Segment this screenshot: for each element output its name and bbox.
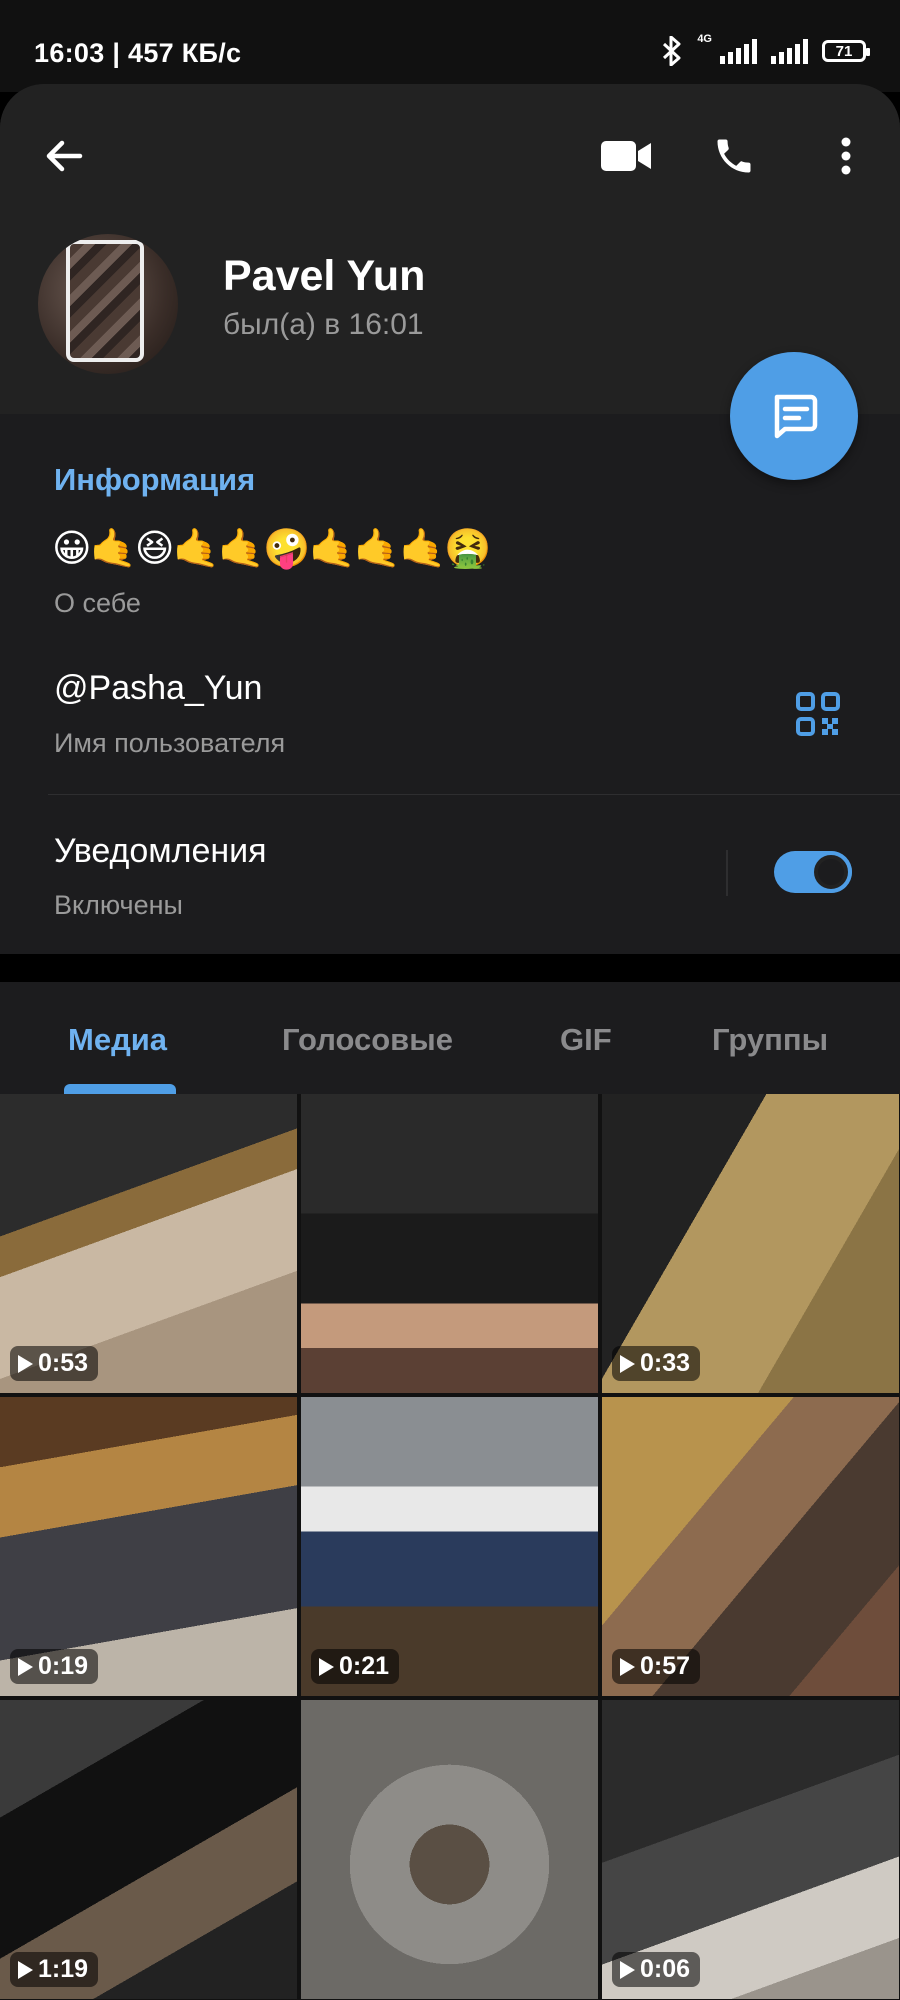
video-camera-icon [601,141,651,171]
network-type-badge: 4G [697,33,712,45]
profile-name: Pavel Yun [223,252,426,300]
video-duration: 1:19 [38,1955,89,1983]
video-duration-badge: 0:06 [612,1952,701,1987]
active-tab-indicator [64,1084,176,1094]
media-item[interactable]: 0:57 [602,1397,899,1696]
username-value[interactable]: @Pasha_Yun [54,669,262,708]
play-icon [319,1657,334,1676]
media-item[interactable] [301,1700,598,1999]
media-item[interactable]: 0:19 [0,1397,297,1696]
back-button[interactable] [36,128,92,184]
media-grid: 0:53 0:33 0:19 0:21 0:57 1:19 0:06 [0,1094,900,2000]
video-duration: 0:53 [38,1349,89,1377]
signal-icon [720,38,757,64]
video-duration-badge: 0:53 [10,1346,99,1381]
profile-card: Pavel Yun был(а) в 16:01 Информация 😀🤙😆🤙… [0,84,900,954]
video-duration-badge: 0:33 [612,1346,701,1381]
battery-icon: 71 [822,40,870,62]
notifications-status: Включены [54,890,183,920]
username-caption: Имя пользователя [54,728,286,758]
media-item[interactable]: 0:21 [301,1397,598,1696]
battery-level: 71 [835,42,853,60]
avatar[interactable] [38,234,178,374]
media-item[interactable] [301,1094,598,1393]
video-duration-badge: 1:19 [10,1952,99,1987]
arrow-left-icon [46,140,83,172]
toggle-knob [810,851,852,893]
qr-code-button[interactable] [790,686,846,742]
media-tabs: Медиа Голосовые GIF Группы [0,982,900,1094]
call-button[interactable] [706,128,762,184]
video-duration-badge: 0:57 [612,1649,701,1684]
play-icon [620,1354,635,1373]
media-item[interactable]: 0:53 [0,1094,297,1393]
avatar-image [66,240,144,362]
status-icons: 4G 71 [661,33,870,66]
video-duration: 0:06 [640,1955,691,1983]
video-duration: 0:19 [38,1652,89,1680]
message-icon [774,394,818,439]
qr-code-icon [796,692,840,736]
play-icon [18,1960,33,1979]
notifications-label[interactable]: Уведомления [54,832,267,871]
video-duration-badge: 0:19 [10,1649,99,1684]
last-seen-status: был(а) в 16:01 [223,308,424,341]
status-bar: 16:03 | 457 КБ/с 4G 71 [0,0,900,92]
tab-voice[interactable]: Голосовые [282,1022,453,1058]
status-time-speed: 16:03 | 457 КБ/с [34,38,242,68]
bio-caption: О себе [54,588,141,618]
bluetooth-icon [663,36,681,66]
play-icon [18,1657,33,1676]
send-message-button[interactable] [730,352,858,480]
signal-icon-2 [771,38,808,64]
play-icon [620,1960,635,1979]
video-duration-badge: 0:21 [311,1649,400,1684]
video-call-button[interactable] [598,128,654,184]
notifications-toggle[interactable] [774,851,852,893]
media-item[interactable]: 0:33 [602,1094,899,1393]
play-icon [18,1354,33,1373]
tab-groups[interactable]: Группы [712,1022,828,1058]
video-duration: 0:21 [339,1652,390,1680]
media-item[interactable]: 0:06 [602,1700,899,1999]
tab-media[interactable]: Медиа [68,1022,167,1058]
info-section-title: Информация [54,462,256,497]
play-icon [620,1657,635,1676]
more-menu-button[interactable] [818,128,874,184]
more-vertical-icon [841,137,851,175]
vertical-divider [726,850,728,896]
media-item[interactable]: 1:19 [0,1700,297,1999]
video-duration: 0:57 [640,1652,691,1680]
video-duration: 0:33 [640,1349,691,1377]
divider [48,794,900,795]
bio-text[interactable]: 😀🤙😆🤙🤙🤪🤙🤙🤙🤮 [52,526,492,571]
phone-icon [717,139,751,173]
tab-gif[interactable]: GIF [560,1022,612,1058]
